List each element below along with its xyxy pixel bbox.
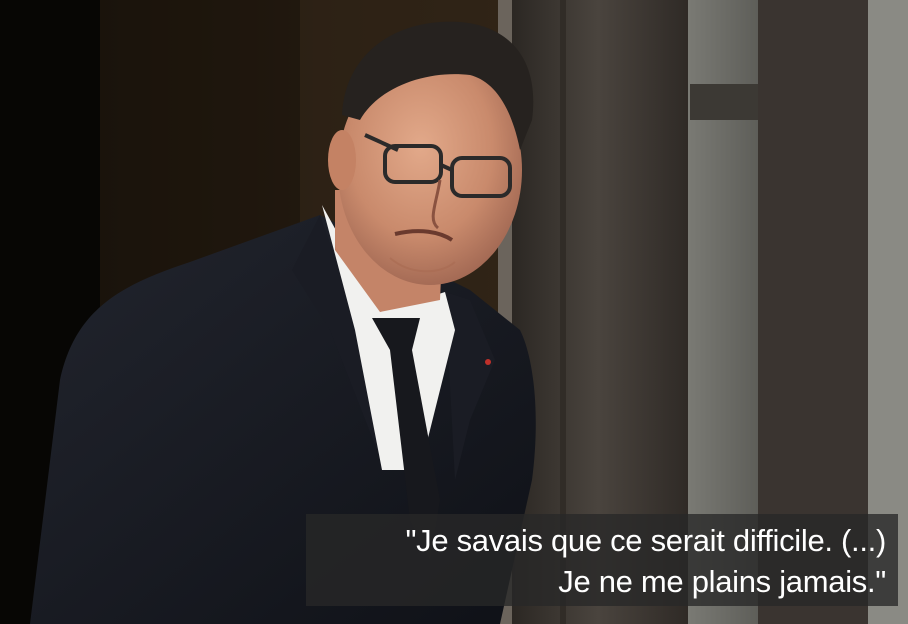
quote-line-1: "Je savais que ce serait difficile. (...… [405, 523, 886, 558]
quote-line-2: Je ne me plains jamais." [558, 564, 886, 599]
quote-caption: "Je savais que ce serait difficile. (...… [306, 514, 898, 606]
photo: "Je savais que ce serait difficile. (...… [0, 0, 908, 624]
